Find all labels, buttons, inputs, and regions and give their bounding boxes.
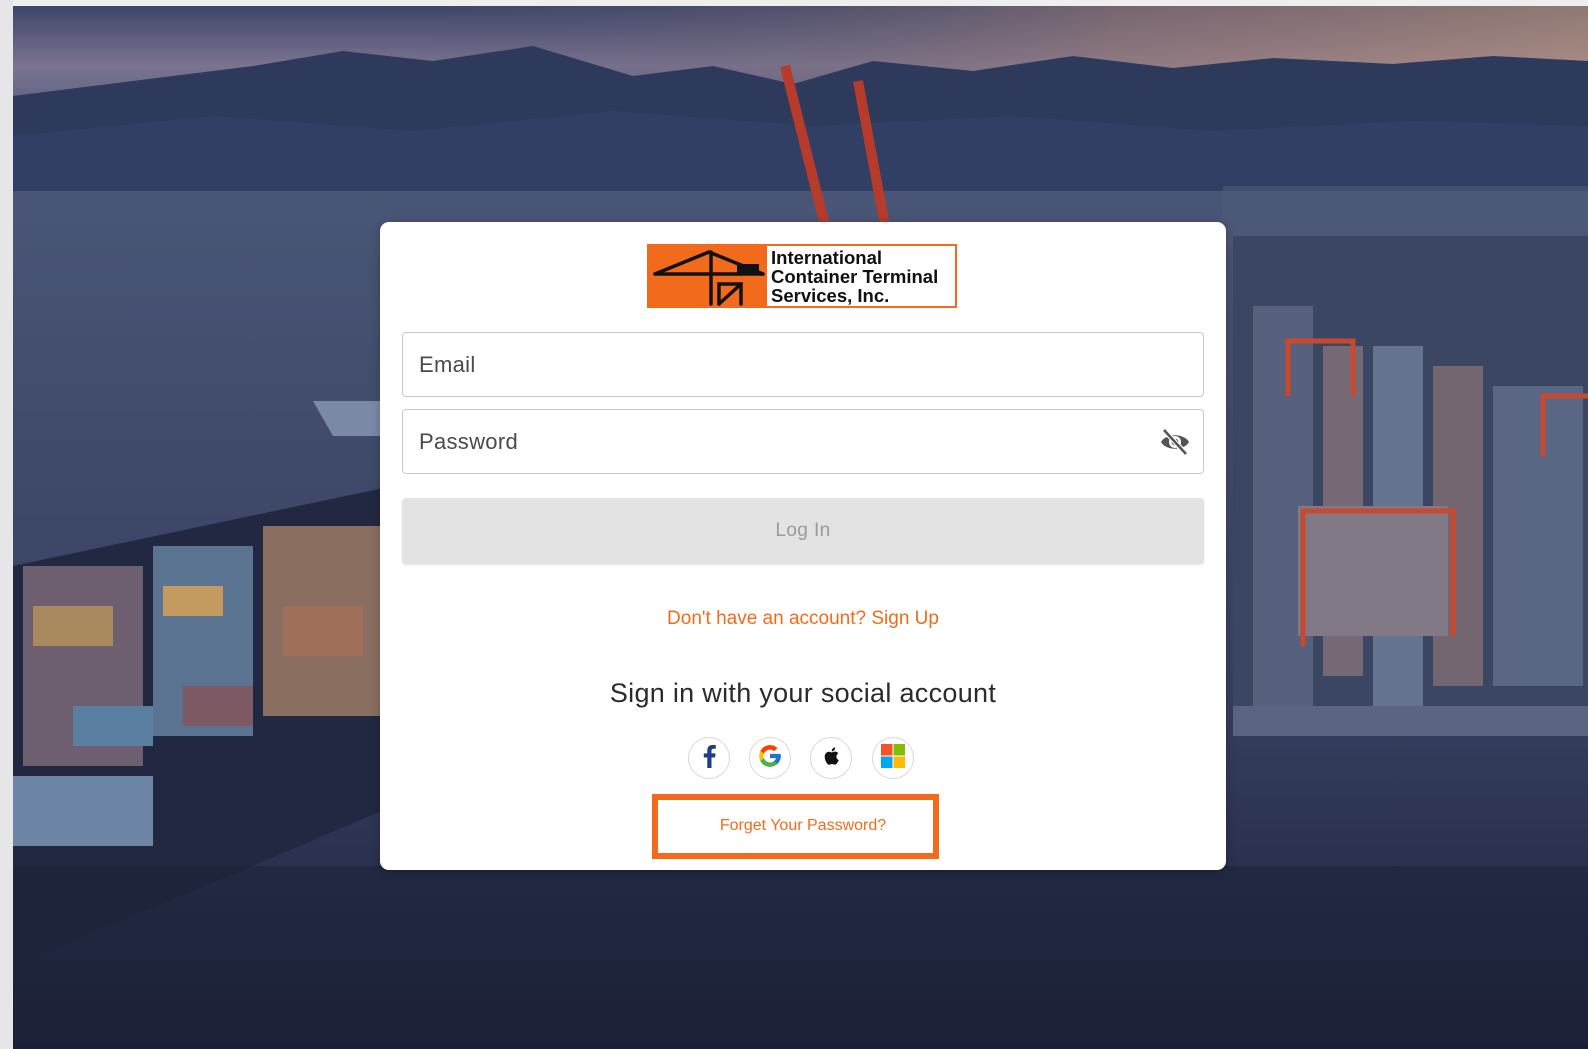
- forgot-password-link[interactable]: Forget Your Password?: [380, 817, 1226, 835]
- google-icon: [757, 743, 783, 774]
- login-card: International Container Terminal Service…: [380, 222, 1226, 870]
- email-input[interactable]: [403, 333, 1203, 396]
- apple-icon: [822, 746, 840, 771]
- microsoft-icon: [881, 743, 905, 773]
- facebook-button[interactable]: [688, 737, 730, 779]
- social-heading: Sign in with your social account: [609, 678, 997, 708]
- facebook-icon: [701, 744, 717, 773]
- password-field[interactable]: [402, 409, 1204, 474]
- company-name: International Container Terminal Service…: [771, 247, 939, 306]
- password-input[interactable]: [403, 410, 1203, 473]
- google-button[interactable]: [749, 737, 791, 779]
- email-field[interactable]: [402, 332, 1204, 397]
- signup-link[interactable]: Don't have an account? Sign Up: [380, 608, 1226, 630]
- page-left-border: [0, 0, 13, 1049]
- crane-logo-icon: [649, 246, 767, 306]
- microsoft-button[interactable]: [872, 737, 914, 779]
- apple-button[interactable]: [810, 737, 852, 779]
- eye-off-icon[interactable]: [1159, 427, 1191, 457]
- company-logo: International Container Terminal Service…: [647, 244, 957, 308]
- login-button[interactable]: Log In: [402, 498, 1204, 564]
- social-buttons: [688, 737, 918, 783]
